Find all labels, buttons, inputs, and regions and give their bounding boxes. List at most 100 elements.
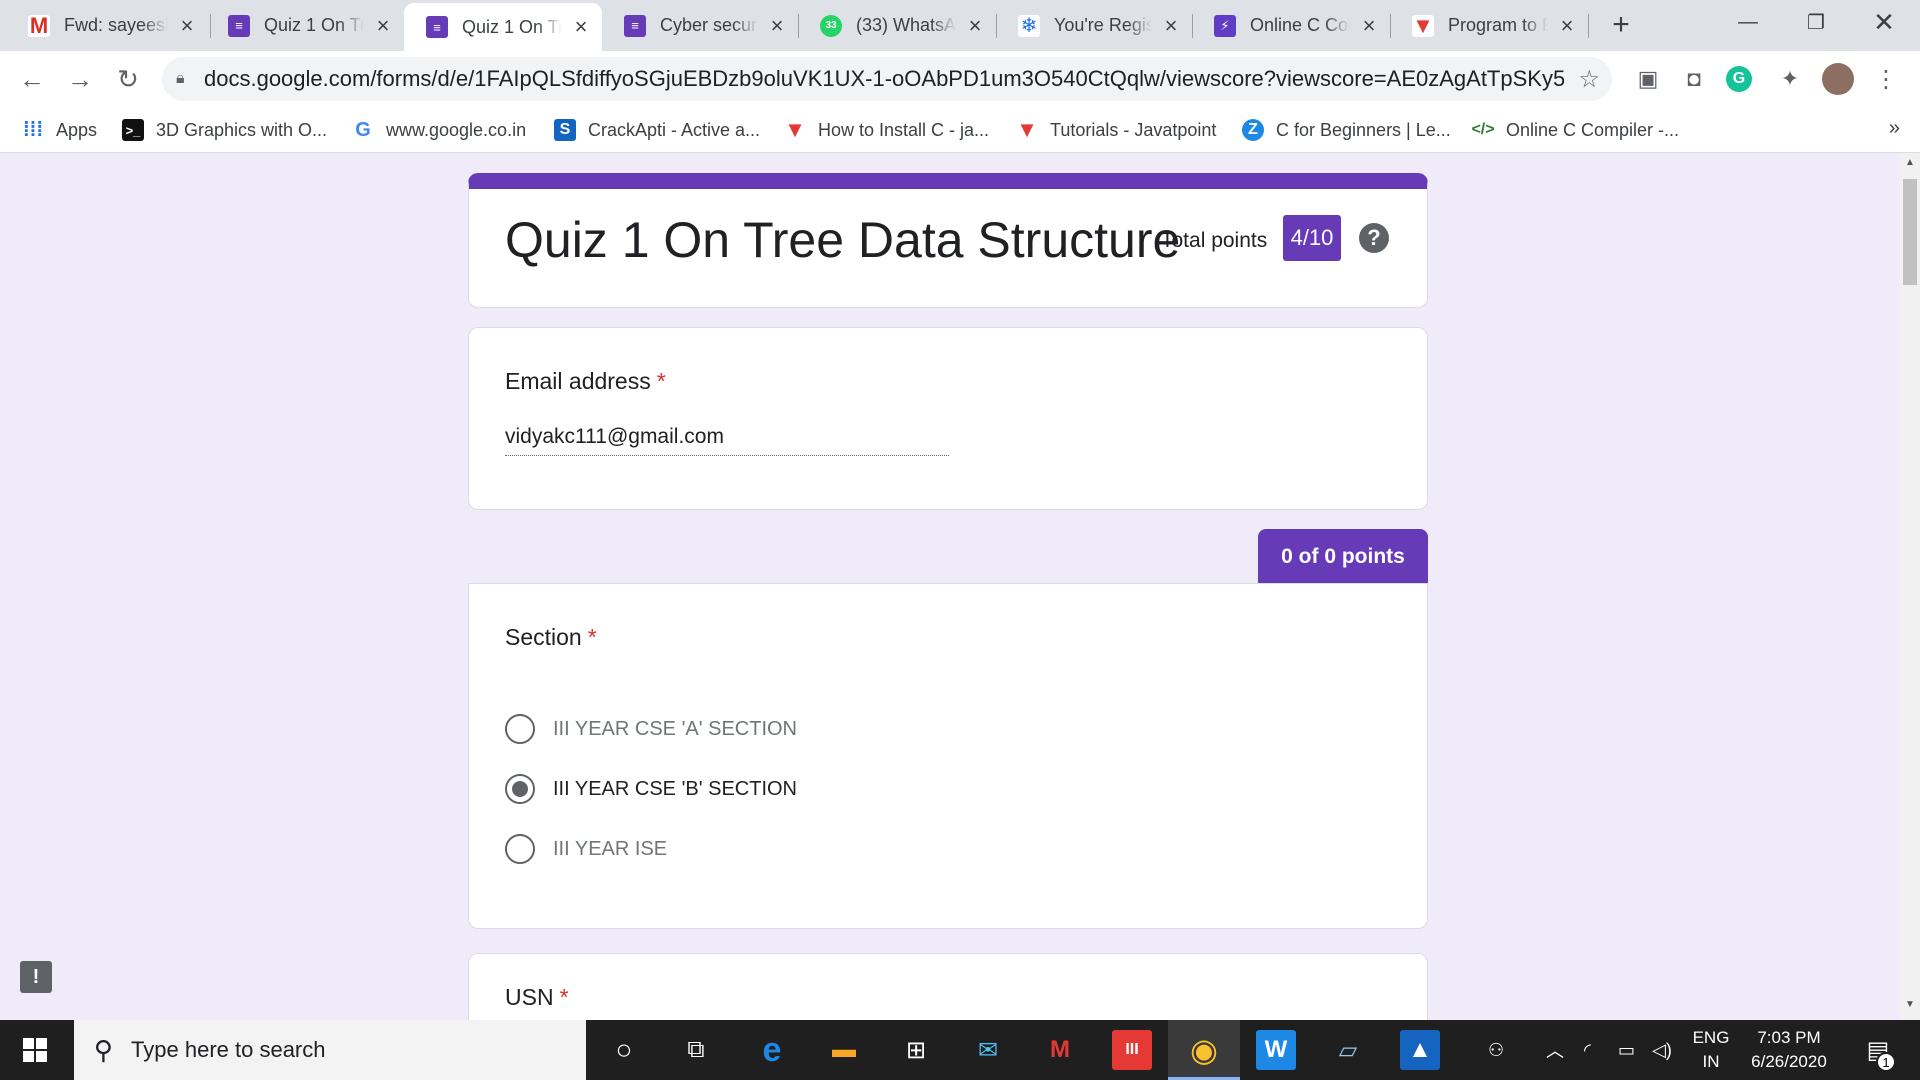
- tab-title: Online C Compiler: [1250, 15, 1350, 35]
- crackapti-icon: S: [554, 119, 576, 141]
- tab-close-icon[interactable]: ×: [766, 13, 788, 38]
- extension-pocket-icon[interactable]: ▣: [1632, 63, 1664, 95]
- tab-whatsapp[interactable]: 33 (33) WhatsApp ×: [798, 0, 996, 51]
- section-points-badge: 0 of 0 points: [1258, 529, 1428, 585]
- profile-avatar[interactable]: [1822, 63, 1854, 95]
- language-indicator[interactable]: ENG IN: [1686, 1026, 1736, 1074]
- bookmark-crackapti[interactable]: S CrackApti - Active a...: [554, 107, 760, 153]
- bookmark-label: CrackApti - Active a...: [588, 119, 761, 140]
- back-arrow-icon[interactable]: ←: [14, 61, 50, 97]
- zeta-icon: Z: [1242, 119, 1264, 141]
- windows-taskbar: ⚲ Type here to search ○ ⧉ e ▬ ⊞ ✉ M III …: [0, 1020, 1920, 1080]
- store-icon[interactable]: ⊞: [896, 1030, 936, 1070]
- search-placeholder: Type here to search: [131, 1037, 326, 1062]
- system-clock[interactable]: 7:03 PM 6/26/2020: [1734, 1026, 1844, 1074]
- edge-icon[interactable]: e: [752, 1030, 792, 1070]
- tab-close-icon[interactable]: ×: [1556, 13, 1578, 38]
- tab-close-icon[interactable]: ×: [1358, 13, 1380, 38]
- bookmark-label: 3D Graphics with O...: [156, 119, 328, 140]
- photos-icon[interactable]: ▲: [1400, 1030, 1440, 1070]
- tab-cyber-security[interactable]: ≡ Cyber security ×: [602, 0, 798, 51]
- tab-close-icon[interactable]: ×: [570, 14, 592, 39]
- bookmark-label: How to Install C - ja...: [818, 119, 990, 140]
- section-option-cse-b[interactable]: III YEAR CSE 'B' SECTION: [505, 774, 797, 804]
- option-label: III YEAR CSE 'B' SECTION: [553, 777, 797, 800]
- bookmark-online-c-compiler[interactable]: </> Online C Compiler -...: [1471, 107, 1679, 153]
- grammarly-icon[interactable]: G: [1726, 66, 1752, 92]
- section-question-card: Section * III YEAR CSE 'A' SECTION III YE…: [468, 583, 1428, 929]
- word-icon[interactable]: W: [1256, 1030, 1296, 1070]
- tab-quiz-1[interactable]: ≡ Quiz 1 On Tree ×: [206, 0, 404, 51]
- notepad-icon[interactable]: ▱: [1328, 1030, 1368, 1070]
- region-code: IN: [1702, 1052, 1720, 1071]
- minimize-icon[interactable]: —: [1716, 0, 1780, 44]
- mcafee-icon[interactable]: M: [1040, 1030, 1080, 1070]
- scroll-down-arrow-icon[interactable]: ▼: [1900, 999, 1920, 1013]
- browser-menu-icon[interactable]: ⋮: [1870, 63, 1902, 95]
- tab-title: Fwd: sayeesh: [64, 15, 168, 35]
- cortana-icon[interactable]: ○: [604, 1030, 644, 1070]
- browser-toolbar: ← → ↻ 🔒︎ docs.google.com/forms/d/e/1FAIp…: [0, 51, 1920, 107]
- lightning-icon: ⚡: [1214, 14, 1236, 37]
- tab-title: Program to Find: [1448, 15, 1548, 35]
- section-option-ise[interactable]: III YEAR ISE: [505, 834, 667, 864]
- tab-quiz-1-active[interactable]: ≡ Quiz 1 On Tree ×: [404, 3, 602, 51]
- chrome-icon[interactable]: ◉: [1184, 1030, 1224, 1070]
- mail-icon[interactable]: ✉: [968, 1030, 1008, 1070]
- bookmark-c-for-beginners[interactable]: Z C for Beginners | Le...: [1242, 107, 1451, 153]
- radio-button[interactable]: [505, 834, 535, 864]
- taskbar-search-box[interactable]: ⚲ Type here to search: [74, 1020, 586, 1080]
- tab-close-icon[interactable]: ×: [372, 13, 394, 38]
- google-icon: G: [355, 118, 371, 141]
- question-text: Section: [505, 624, 582, 650]
- language-code: ENG: [1692, 1028, 1730, 1047]
- close-window-icon[interactable]: ✕: [1852, 0, 1916, 44]
- whatsapp-icon: 33: [820, 14, 842, 37]
- wifi-icon[interactable]: ◜: [1584, 1020, 1591, 1080]
- forward-arrow-icon[interactable]: →: [62, 61, 98, 97]
- reload-icon[interactable]: ↻: [110, 61, 146, 97]
- battery-icon[interactable]: ▭: [1618, 1020, 1635, 1080]
- bookmarks-overflow-icon[interactable]: »: [1889, 117, 1900, 140]
- email-question-card: Email address * vidyakc111@gmail.com: [468, 327, 1428, 510]
- javatpoint-icon: ▼: [784, 117, 806, 142]
- bookmark-tutorials-javatpoint[interactable]: ▼ Tutorials - Javatpoint: [1016, 107, 1216, 153]
- section-option-cse-a[interactable]: III YEAR CSE 'A' SECTION: [505, 714, 797, 744]
- file-explorer-icon[interactable]: ▬: [824, 1030, 864, 1070]
- volume-icon[interactable]: ◁): [1652, 1020, 1672, 1080]
- bookmark-3d-graphics[interactable]: >_ 3D Graphics with O...: [122, 107, 327, 153]
- new-tab-button[interactable]: +: [1604, 8, 1638, 42]
- tab-title: Quiz 1 On Tree: [264, 15, 364, 35]
- task-view-icon[interactable]: ⧉: [676, 1030, 716, 1070]
- tab-registered[interactable]: ❄ You're Registered ×: [996, 0, 1192, 51]
- search-icon: ⚲: [94, 1034, 114, 1065]
- radio-button-selected[interactable]: [505, 774, 535, 804]
- bookmark-star-icon[interactable]: ☆: [1578, 65, 1600, 94]
- tab-separator: [1588, 14, 1589, 38]
- bookmark-how-to-install-c[interactable]: ▼ How to Install C - ja...: [784, 107, 989, 153]
- people-icon[interactable]: ⚇: [1488, 1020, 1504, 1080]
- tab-close-icon[interactable]: ×: [964, 13, 986, 38]
- bookmark-google[interactable]: G www.google.co.in: [352, 107, 526, 153]
- start-button[interactable]: [0, 1020, 70, 1080]
- tab-close-icon[interactable]: ×: [176, 13, 198, 38]
- scroll-up-arrow-icon[interactable]: ▲: [1900, 157, 1920, 171]
- page-scrollbar[interactable]: ▲ ▼: [1900, 153, 1920, 1021]
- tab-close-icon[interactable]: ×: [1160, 13, 1182, 38]
- total-points-label: Total points: [1161, 229, 1268, 252]
- radio-button[interactable]: [505, 714, 535, 744]
- restore-icon[interactable]: ❐: [1784, 0, 1848, 44]
- tab-gmail[interactable]: M Fwd: sayeesh ×: [6, 0, 208, 51]
- bookmark-apps[interactable]: ⁞⁞⁞ Apps: [22, 107, 97, 153]
- tab-title: Cyber security: [660, 15, 758, 35]
- scroll-thumb[interactable]: [1903, 179, 1917, 285]
- address-bar[interactable]: 🔒︎ docs.google.com/forms/d/e/1FAIpQLSfdi…: [162, 57, 1612, 101]
- feedback-icon[interactable]: !: [20, 961, 52, 993]
- tab-program-to-find[interactable]: ▼ Program to Find ×: [1390, 0, 1588, 51]
- help-icon[interactable]: ?: [1359, 223, 1389, 253]
- tray-chevron-icon[interactable]: ︿: [1546, 1020, 1564, 1080]
- app-red-icon[interactable]: III: [1112, 1030, 1152, 1070]
- extensions-puzzle-icon[interactable]: ✦: [1774, 63, 1806, 95]
- camera-icon[interactable]: ◘: [1678, 63, 1710, 95]
- tab-online-c-compiler[interactable]: ⚡ Online C Compiler ×: [1192, 0, 1390, 51]
